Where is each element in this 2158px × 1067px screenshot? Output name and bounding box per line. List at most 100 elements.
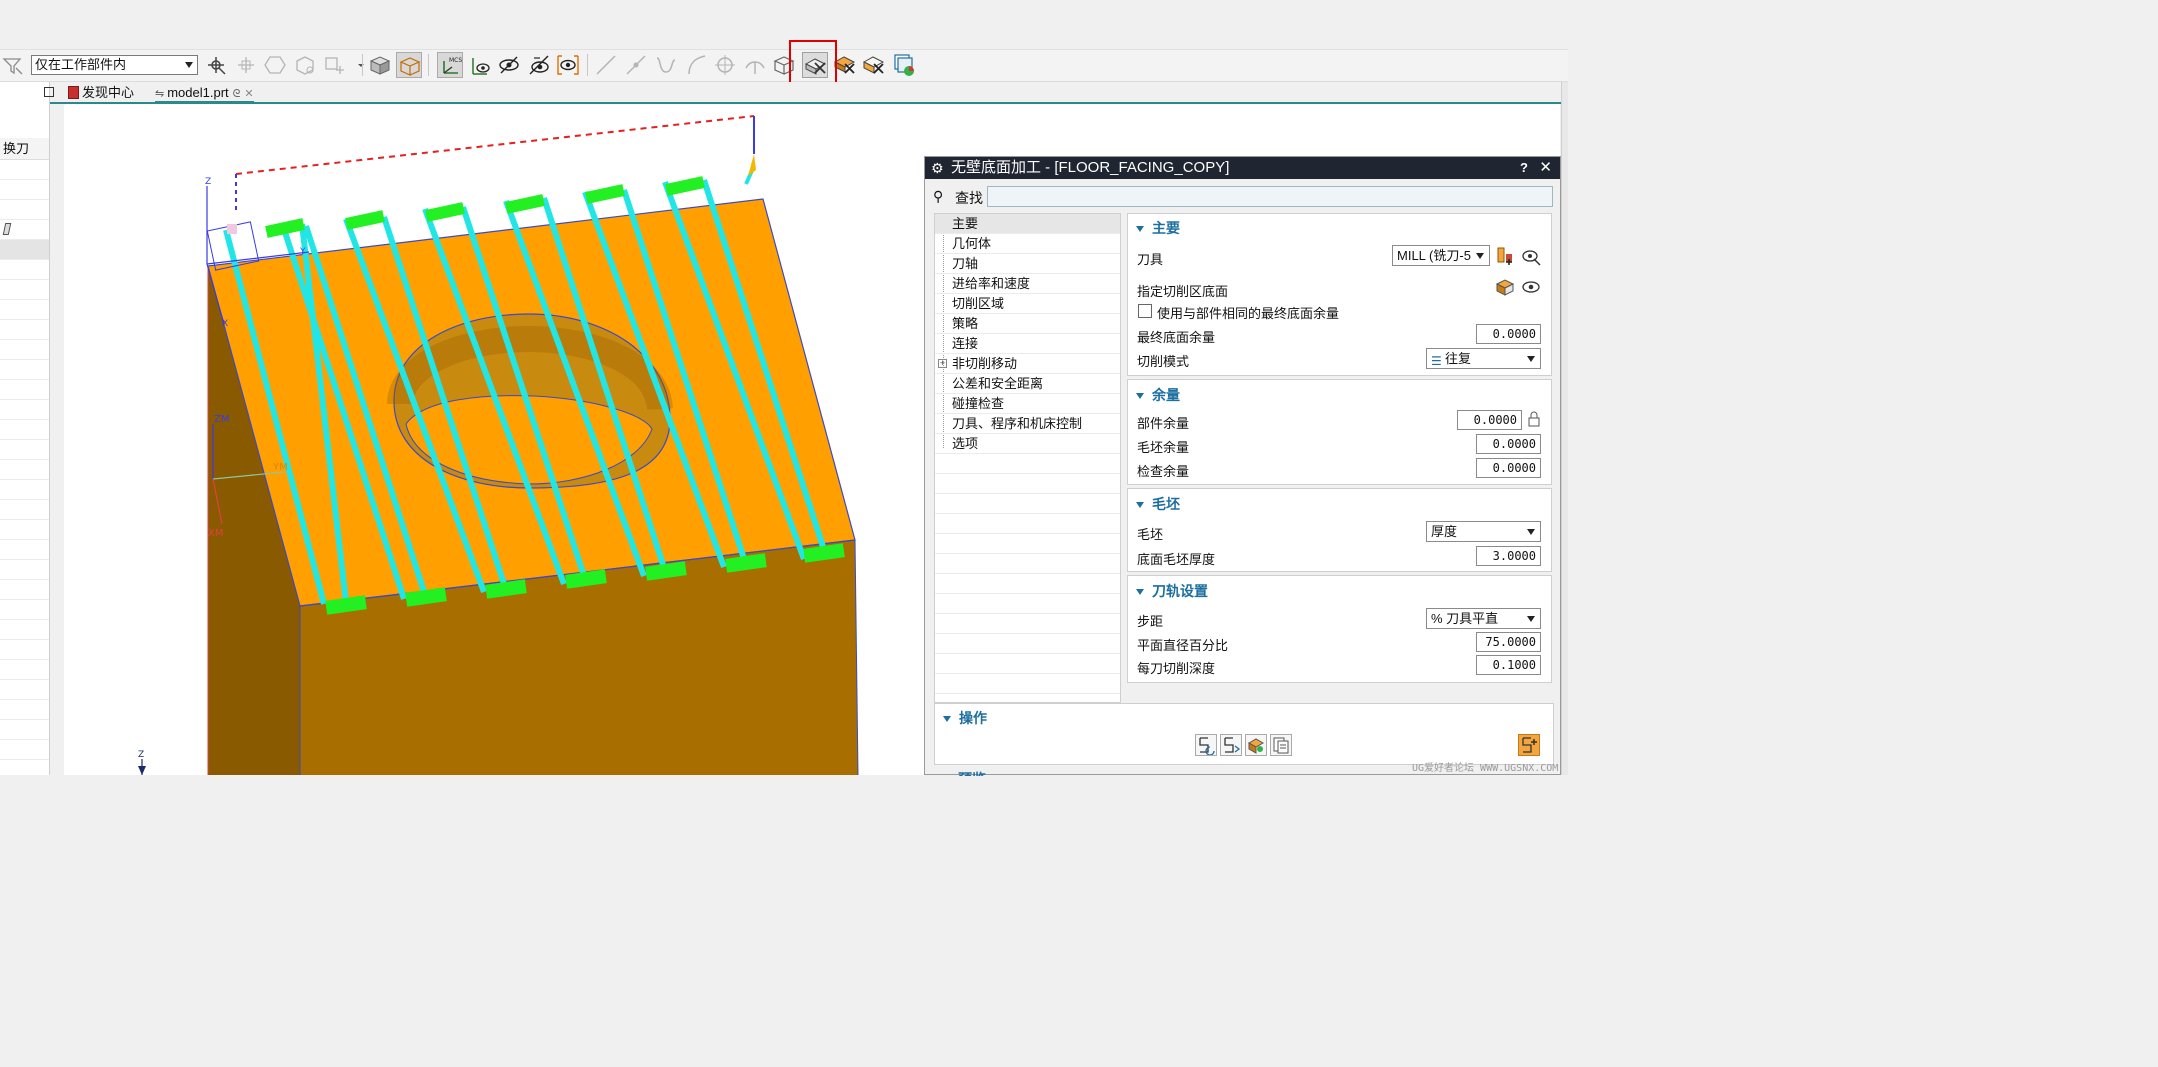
scope-filter-select[interactable]: 仅在工作部件内 [31,55,198,75]
list-item[interactable] [0,180,49,200]
new-tool-icon[interactable] [1494,245,1516,267]
chevron-down-icon[interactable] [348,52,364,78]
blank-select[interactable]: 厚度 [1426,521,1541,542]
section-header-main[interactable]: 主要 [1136,218,1180,238]
section-header-stock[interactable]: 余量 [1136,385,1180,405]
show-only-icon[interactable] [555,52,581,78]
show-icon[interactable] [467,52,493,78]
list-item[interactable] [0,200,49,220]
tool-select[interactable]: MILL (铣刀-5 [1392,245,1490,266]
list-item[interactable] [0,320,49,340]
nav-item-machine-control[interactable]: 刀具、程序和机床控制 [935,414,1120,434]
nav-item-feeds-speeds[interactable]: 进给率和速度 [935,274,1120,294]
list-item[interactable] [0,440,49,460]
expand-icon[interactable]: + [938,359,947,368]
find-input[interactable] [987,186,1553,207]
gear-icon[interactable]: ⚙ [931,157,944,179]
list-item[interactable] [0,340,49,360]
list-item[interactable] [0,260,49,280]
snap-grid-icon[interactable] [233,52,259,78]
mcs-icon[interactable]: MCS [437,52,463,78]
list-item[interactable] [0,480,49,500]
selection-filter-icon[interactable] [2,56,24,76]
nav-item-cut-region[interactable]: 切削区域 [935,294,1120,314]
percent-flat-input[interactable]: 75.0000 [1476,632,1541,652]
add-operation-button[interactable] [1518,734,1540,756]
tab-model1-prt[interactable]: ⇋ model1.prt ᘓ ✕ [155,83,254,103]
solid-filter-icon[interactable] [292,52,318,78]
section-header-blank[interactable]: 毛坯 [1136,494,1180,514]
list-item[interactable] [0,640,49,660]
select-floor-icon[interactable] [1494,276,1516,298]
nav-item-non-cutting-moves[interactable]: + 非切削移动 [935,354,1120,374]
part-stock-input[interactable]: 0.0000 [1457,410,1522,430]
verify-button[interactable] [1245,734,1267,756]
intersection-icon[interactable] [742,52,768,78]
nav-item-options[interactable]: 选项 [935,434,1120,454]
list-button[interactable] [1270,734,1292,756]
wireframe-box-icon[interactable] [396,52,422,78]
lock-icon[interactable] [1526,410,1542,428]
list-item[interactable] [0,580,49,600]
list-item[interactable] [0,420,49,440]
tab-discovery-center[interactable]: 发现中心 [68,83,134,103]
cut-pattern-select[interactable]: ☰ 往复 [1426,348,1541,369]
hide-icon[interactable] [496,52,522,78]
nav-item-tool-axis[interactable]: 刀轴 [935,254,1120,274]
close-button[interactable]: ✕ [1539,157,1552,179]
list-item[interactable] [0,560,49,580]
list-item[interactable] [0,460,49,480]
list-item[interactable] [0,620,49,640]
list-item[interactable] [0,280,49,300]
list-item[interactable] [0,740,49,760]
check-stock-input[interactable]: 0.0000 [1476,458,1541,478]
snap-point-icon[interactable] [203,52,229,78]
dialog-title-bar[interactable]: ⚙ 无壁底面加工 - [FLOOR_FACING_COPY] ? ✕ [925,157,1560,179]
nav-item-strategy[interactable]: 策略 [935,314,1120,334]
nav-item-connections[interactable]: 连接 [935,334,1120,354]
column-header-tool-change[interactable]: 换刀 [0,138,49,160]
shaded-box-icon[interactable] [367,52,393,78]
resource-bar[interactable] [1561,82,1568,775]
list-item[interactable] [0,380,49,400]
list-item[interactable] [0,540,49,560]
replay-button[interactable] [1220,734,1242,756]
list-item[interactable] [0,520,49,540]
show-icon[interactable] [1520,276,1542,298]
simulate-icon[interactable] [891,52,917,78]
final-floor-stock-input[interactable]: 0.0000 [1476,324,1541,344]
nav-item-main[interactable]: 主要 [935,214,1120,234]
depth-per-cut-input[interactable]: 0.1000 [1476,655,1541,675]
hexagon-icon[interactable] [262,52,288,78]
close-tab-icon[interactable]: ✕ [244,88,253,100]
list-item[interactable] [0,400,49,420]
same-floor-stock-checkbox[interactable] [1138,304,1152,318]
section-header-path-settings[interactable]: 刀轨设置 [1136,581,1208,601]
list-item[interactable] [0,360,49,380]
hide-all-icon[interactable] [526,52,552,78]
list-item[interactable] [0,660,49,680]
list-item[interactable] [0,600,49,620]
add-filter-icon[interactable] [322,52,348,78]
list-item[interactable] [0,700,49,720]
nav-item-geometry[interactable]: 几何体 [935,234,1120,254]
section-header-operations[interactable]: 操作 [943,708,987,728]
list-item[interactable] [0,220,49,240]
floor-blank-thickness-input[interactable]: 3.0000 [1476,546,1541,566]
list-item[interactable] [0,720,49,740]
line-icon[interactable] [593,52,619,78]
maximize-icon[interactable] [44,87,54,97]
circle-icon[interactable] [712,52,738,78]
list-item[interactable] [0,300,49,320]
list-item[interactable] [0,500,49,520]
blank-stock-input[interactable]: 0.0000 [1476,434,1541,454]
generate-button[interactable] [1195,734,1217,756]
edit-tool-icon[interactable] [1520,245,1542,267]
arc-icon[interactable] [683,52,709,78]
verify-toolpath-icon[interactable] [861,52,887,78]
list-item[interactable] [0,160,49,180]
point-line-icon[interactable] [623,52,649,78]
help-button[interactable]: ? [1520,157,1528,179]
nav-item-tolerance[interactable]: 公差和安全距离 [935,374,1120,394]
list-item[interactable] [0,240,49,260]
